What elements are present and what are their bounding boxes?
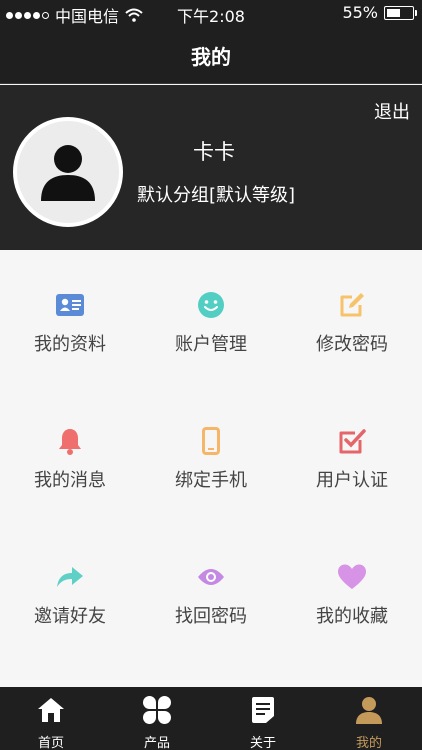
grid-item-recover-password[interactable]: 找回密码 <box>141 562 281 628</box>
grid-item-my-profile[interactable]: 我的资料 <box>0 290 140 356</box>
page-title: 我的 <box>191 45 231 69</box>
user-avatar-icon <box>41 145 95 201</box>
grid-item-label: 我的消息 <box>34 470 106 491</box>
clover-icon <box>143 696 171 724</box>
tab-label: 首页 <box>37 736 64 750</box>
edit-icon <box>340 293 364 317</box>
grid-item-bind-phone[interactable]: 绑定手机 <box>141 426 281 492</box>
grid-item-label: 绑定手机 <box>175 470 247 491</box>
phone-icon <box>202 427 220 455</box>
grid-item-label: 我的收藏 <box>316 606 388 627</box>
grid-item-invite-friends[interactable]: 邀请好友 <box>0 562 140 628</box>
checkbox-icon <box>339 429 366 454</box>
username: 卡卡 <box>193 140 235 164</box>
battery-percent: 55% <box>342 3 378 22</box>
grid-item-label: 用户认证 <box>316 470 388 491</box>
function-grid: 我的资料 账户管理 修改密码 我的消息 绑定手机 用户认证 邀请好友 找回密码 … <box>0 250 422 687</box>
id-card-icon <box>56 294 84 316</box>
grid-item-label: 账户管理 <box>175 334 247 355</box>
status-right: 55% <box>342 3 417 22</box>
home-icon <box>38 698 64 722</box>
grid-item-label: 找回密码 <box>175 606 247 627</box>
tab-bar: 首页 产品 关于 我的 <box>0 687 422 750</box>
battery-icon <box>384 5 417 20</box>
grid-item-my-messages[interactable]: 我的消息 <box>0 426 140 492</box>
user-icon <box>356 697 382 724</box>
avatar[interactable] <box>13 117 123 227</box>
logout-button[interactable]: 退出 <box>374 98 410 124</box>
tab-label: 我的 <box>355 736 382 750</box>
eye-icon <box>198 569 224 585</box>
tab-home[interactable]: 首页 <box>11 695 91 750</box>
tab-label: 产品 <box>143 736 170 750</box>
bell-icon <box>59 429 81 455</box>
status-bar: 中国电信 下午2:08 55% <box>0 0 422 26</box>
user-group-level: 默认分组[默认等级] <box>137 185 296 206</box>
tab-label: 关于 <box>249 736 276 750</box>
tab-products[interactable]: 产品 <box>117 695 197 750</box>
navigation-bar: 我的 <box>0 26 422 84</box>
grid-item-label: 修改密码 <box>316 334 388 355</box>
profile-header: 退出 卡卡 默认分组[默认等级] <box>0 85 422 250</box>
smiley-icon <box>198 292 224 318</box>
grid-item-label: 邀请好友 <box>34 606 106 627</box>
battery-fill <box>387 8 401 17</box>
grid-item-label: 我的资料 <box>34 334 106 355</box>
grid-item-change-password[interactable]: 修改密码 <box>282 290 422 356</box>
grid-item-user-verification[interactable]: 用户认证 <box>282 426 422 492</box>
grid-item-my-favorites[interactable]: 我的收藏 <box>282 562 422 628</box>
grid-item-account-management[interactable]: 账户管理 <box>141 290 281 356</box>
tab-about[interactable]: 关于 <box>223 695 303 750</box>
tab-mine[interactable]: 我的 <box>329 695 409 750</box>
share-icon <box>57 567 83 587</box>
document-icon <box>252 697 274 723</box>
heart-icon <box>338 564 366 589</box>
